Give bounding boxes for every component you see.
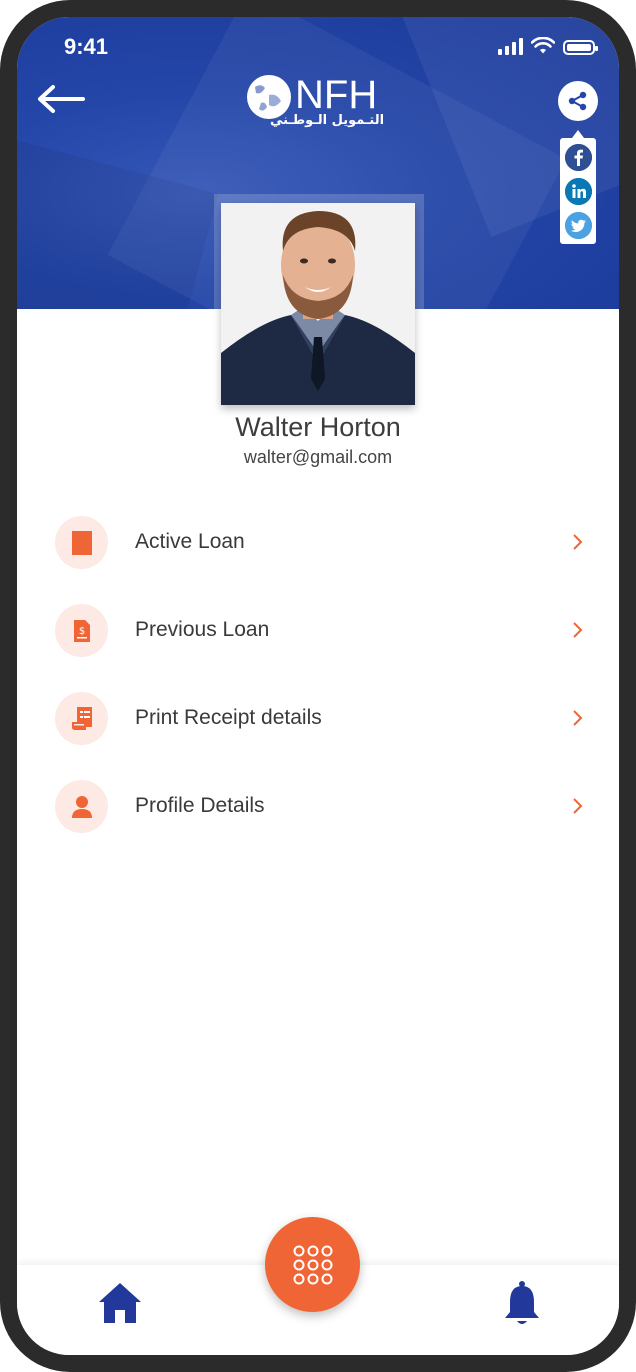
profile-email: walter@gmail.com xyxy=(243,447,393,467)
menu-icon-bg xyxy=(55,516,108,569)
phone-frame: 9:41 NFH التـمويل الـوطـني Walter Horton… xyxy=(0,0,636,1372)
bell-icon xyxy=(505,1281,539,1324)
linkedin-icon[interactable] xyxy=(565,178,592,205)
logo-arabic-text: التـمويل الـوطـني xyxy=(270,113,385,128)
menu-item-active-loan[interactable]: Active Loan xyxy=(55,516,585,570)
menu-item-profile-details[interactable]: Profile Details xyxy=(55,780,585,834)
status-time: 9:41 xyxy=(64,34,109,59)
facebook-icon[interactable] xyxy=(565,144,592,171)
menu-item-previous-loan[interactable]: $ Previous Loan xyxy=(55,604,585,658)
svg-text:$: $ xyxy=(78,626,84,637)
menu-item-label: Print Receipt details xyxy=(135,706,322,729)
home-icon xyxy=(99,1283,141,1323)
status-icons xyxy=(498,37,598,55)
menu-item-label: Profile Details xyxy=(135,794,265,817)
app-screen: 9:41 NFH التـمويل الـوطـني Walter Horton… xyxy=(17,17,619,1355)
menu-icon-bg: $ xyxy=(55,604,108,657)
notifications-button[interactable] xyxy=(502,1280,542,1328)
wifi-icon xyxy=(531,37,555,54)
profile-photo xyxy=(221,203,415,405)
receipt-icon xyxy=(71,706,92,730)
user-icon xyxy=(71,795,92,818)
back-button[interactable] xyxy=(35,81,91,121)
logo-text: NFH xyxy=(295,73,378,117)
social-share-panel xyxy=(560,130,596,244)
menu-item-print-receipt[interactable]: Print Receipt details xyxy=(55,692,585,746)
share-button[interactable] xyxy=(558,81,598,121)
menu-item-label: Active Loan xyxy=(135,530,245,553)
chevron-right-icon xyxy=(573,798,583,814)
twitter-icon[interactable] xyxy=(565,212,592,239)
chevron-right-icon xyxy=(573,710,583,726)
menu-item-label: Previous Loan xyxy=(135,618,270,641)
back-arrow-icon xyxy=(38,85,85,113)
menu-icon-bg xyxy=(55,692,108,745)
home-button[interactable] xyxy=(97,1280,143,1326)
profile-name: Walter Horton xyxy=(235,412,401,442)
grid-dots-icon xyxy=(293,1245,332,1284)
signal-icon xyxy=(498,37,523,55)
menu-grid-button[interactable] xyxy=(265,1217,360,1312)
share-icon xyxy=(568,91,587,111)
menu-icon-bg xyxy=(55,780,108,833)
chevron-right-icon xyxy=(573,622,583,638)
chevron-right-icon xyxy=(573,534,583,550)
loan-book-icon xyxy=(71,530,92,555)
document-dollar-icon: $ xyxy=(73,619,90,642)
nfh-logo: NFH التـمويل الـوطـني xyxy=(245,73,395,133)
battery-icon xyxy=(563,40,598,55)
